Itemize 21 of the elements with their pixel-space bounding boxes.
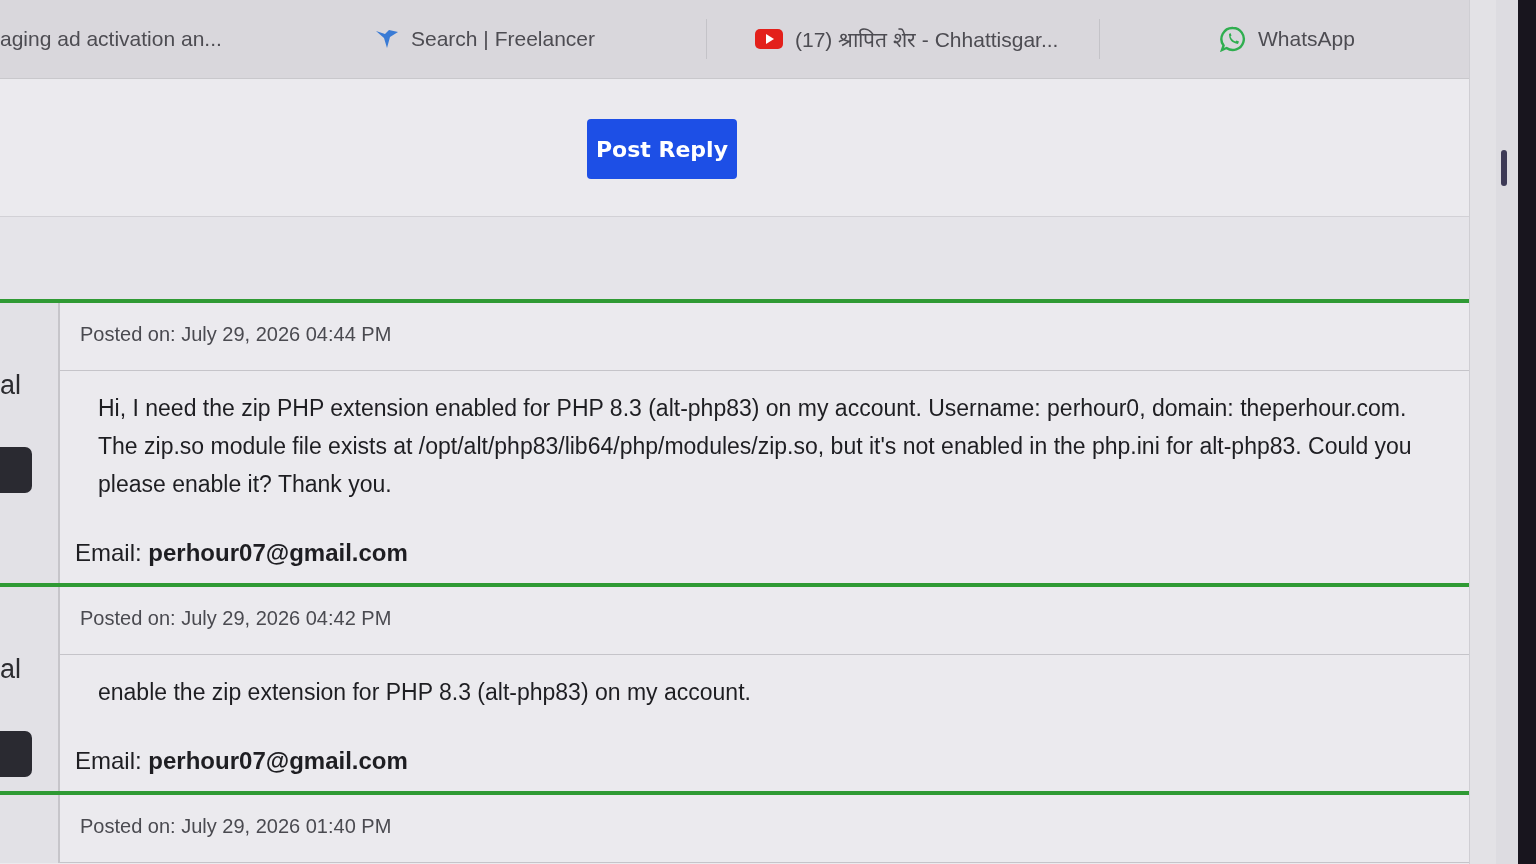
bookmark-link[interactable]: WhatsApp xyxy=(1220,26,1355,52)
bookmark-link[interactable]: (17) श्रापित शेर - Chhattisgar... xyxy=(755,25,1059,53)
play-icon xyxy=(755,29,783,49)
phone-bubble-icon xyxy=(1220,26,1246,52)
post-email: Email: perhour07@gmail.com xyxy=(74,746,409,776)
posted-on-date: Posted on: July 29, 2026 01:40 PM xyxy=(80,815,392,837)
post-message: enable the zip extension for PHP 8.3 (alt-php83) on my account. xyxy=(97,678,752,707)
post-reply-button[interactable]: Post Reply xyxy=(587,119,737,179)
post-message: Hi, I need the zip PHP extension enabled for PHP 8.3 (alt-php83) on my account. Username: perhour0, domain: theperhour.com. The zip.so module file exists at /opt/alt/php83/lib64/php/modules/zip.so, but it's not enabled in the php.ini for alt-php83. Could you please enable it? Thank you. xyxy=(97,394,1413,499)
side-tab[interactable] xyxy=(0,731,32,777)
side-label: al xyxy=(0,653,21,685)
scrollbar-thumb[interactable] xyxy=(1501,150,1507,186)
posted-on-date: Posted on: July 29, 2026 04:44 PM xyxy=(80,323,392,345)
bird-icon xyxy=(375,29,399,49)
bookmark-link[interactable]: Search | Freelancer xyxy=(375,27,596,51)
posted-on-date: Posted on: July 29, 2026 04:42 PM xyxy=(80,607,392,629)
bookmark-link[interactable]: aging ad activation an... xyxy=(0,27,222,51)
side-label: al xyxy=(0,369,21,401)
scrollbar[interactable] xyxy=(1496,0,1518,864)
side-tab[interactable] xyxy=(0,447,32,493)
post-email: Email: perhour07@gmail.com xyxy=(74,538,409,568)
